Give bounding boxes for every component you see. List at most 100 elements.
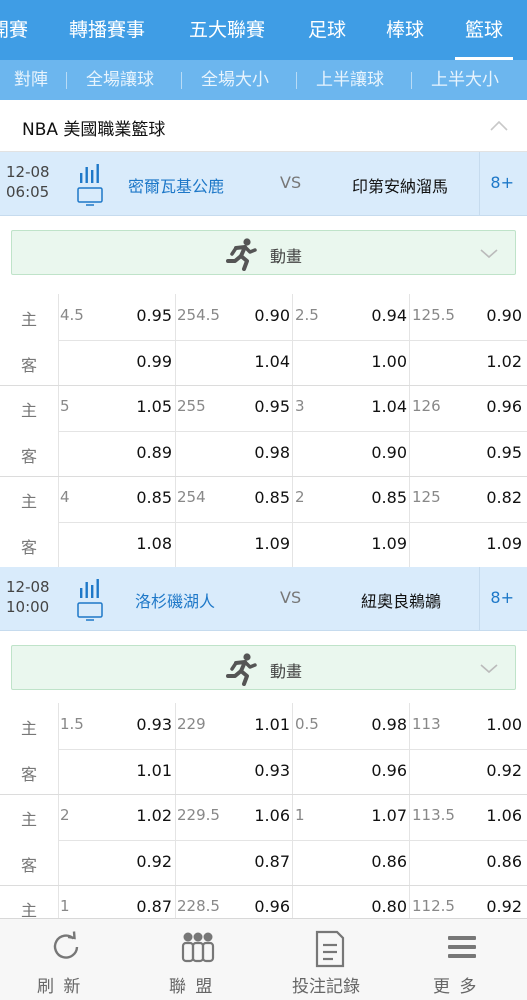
odds-value[interactable]: 0.86	[371, 852, 407, 871]
odds-value[interactable]: 1.09	[486, 534, 522, 553]
league-title: NBA 美國職業籃球	[22, 120, 166, 140]
odds-value[interactable]: 0.92	[486, 761, 522, 780]
odds-value[interactable]: 0.85	[136, 488, 172, 507]
odds-value[interactable]: 0.96	[371, 761, 407, 780]
animation-toggle[interactable]: 動畫	[11, 645, 516, 690]
match-time: 12-08 06:05	[6, 162, 50, 202]
line-value: 254.5	[177, 306, 220, 324]
league-button[interactable]: 聯 盟	[132, 919, 264, 1000]
line-value: 4	[60, 488, 70, 506]
subtab-half-total[interactable]: 上半大小	[431, 60, 499, 100]
odds-value[interactable]: 1.07	[371, 806, 407, 825]
odds-value[interactable]: 1.00	[486, 715, 522, 734]
line-value: 255	[177, 397, 206, 415]
odds-value[interactable]: 1.09	[254, 534, 290, 553]
bottom-nav: 刷 新 聯 盟 投注記錄 更 多	[0, 918, 527, 1000]
more-label: 更 多	[433, 977, 479, 997]
line-value: 254	[177, 488, 206, 506]
odds-value[interactable]: 0.89	[136, 443, 172, 462]
odds-value[interactable]: 0.85	[371, 488, 407, 507]
match-clock: 10:00	[6, 598, 50, 616]
odds-value[interactable]: 0.90	[486, 306, 522, 325]
tab-broadcast[interactable]: 轉播賽事	[69, 0, 145, 60]
odds-value[interactable]: 1.02	[136, 806, 172, 825]
away-team: 紐奧良鵜鶘	[361, 592, 442, 611]
odds-value[interactable]: 0.93	[254, 761, 290, 780]
tab-basketball[interactable]: 籃球	[465, 0, 503, 60]
more-button[interactable]: 更 多	[396, 919, 527, 1000]
odds-value[interactable]: 1.06	[254, 806, 290, 825]
line-value: 229	[177, 715, 206, 733]
odds-value[interactable]: 0.87	[254, 852, 290, 871]
odds-value[interactable]: 0.92	[486, 897, 522, 916]
odds-value[interactable]: 1.01	[136, 761, 172, 780]
chevron-up-icon[interactable]	[489, 116, 509, 136]
bet-record-icon	[315, 930, 345, 968]
tab-live[interactable]: 開賽	[0, 0, 28, 60]
odds-value[interactable]: 0.92	[136, 852, 172, 871]
stats-chart-icon[interactable]	[76, 576, 106, 622]
divider	[0, 885, 527, 886]
animation-toggle[interactable]: 動畫	[11, 230, 516, 275]
odds-value[interactable]: 1.09	[371, 534, 407, 553]
away-side-label: 客	[20, 446, 37, 466]
odds-value[interactable]: 0.93	[136, 715, 172, 734]
bet-record-label: 投注記錄	[292, 977, 360, 997]
odds-value[interactable]: 1.01	[254, 715, 290, 734]
line-value: 113.5	[412, 806, 455, 824]
odds-value[interactable]: 0.96	[486, 397, 522, 416]
line-value: 3	[295, 397, 305, 415]
odds-value[interactable]: 1.06	[486, 806, 522, 825]
odds-value[interactable]: 0.90	[254, 306, 290, 325]
stats-chart-icon[interactable]	[76, 161, 106, 207]
odds-value[interactable]: 0.95	[136, 306, 172, 325]
chevron-down-icon	[480, 664, 498, 674]
more-markets-link[interactable]: 8+	[490, 588, 514, 607]
odds-value[interactable]: 0.94	[371, 306, 407, 325]
odds-value[interactable]: 1.04	[371, 397, 407, 416]
home-side-label: 主	[20, 901, 37, 918]
odds-value[interactable]: 0.98	[371, 715, 407, 734]
tab-top-leagues[interactable]: 五大聯賽	[189, 0, 265, 60]
match-row[interactable]: 12-08 10:00 洛杉磯湖人 VS 紐奧良鵜鶘 8+	[0, 567, 527, 631]
odds-value[interactable]: 0.96	[254, 897, 290, 916]
odds-value[interactable]: 1.00	[371, 352, 407, 371]
divider	[58, 521, 527, 523]
subtab-full-handicap[interactable]: 全場讓球	[86, 60, 154, 100]
match-row[interactable]: 12-08 06:05 密爾瓦基公鹿 VS 印第安納溜馬 8+	[0, 152, 527, 216]
bet-record-button[interactable]: 投注記錄	[264, 919, 396, 1000]
odds-value[interactable]: 0.87	[136, 897, 172, 916]
match-clock: 06:05	[6, 183, 50, 201]
tab-soccer[interactable]: 足球	[308, 0, 346, 60]
refresh-button[interactable]: 刷 新	[0, 919, 132, 1000]
odds-value[interactable]: 0.85	[254, 488, 290, 507]
league-header[interactable]: NBA 美國職業籃球	[0, 100, 527, 152]
odds-value[interactable]: 0.82	[486, 488, 522, 507]
subtab-half-handicap[interactable]: 上半讓球	[316, 60, 384, 100]
odds-value[interactable]: 1.04	[254, 352, 290, 371]
line-value: 1	[295, 806, 305, 824]
line-value: 125.5	[412, 306, 455, 324]
odds-value[interactable]: 1.05	[136, 397, 172, 416]
divider	[58, 839, 527, 841]
odds-value[interactable]: 0.86	[486, 852, 522, 871]
animation-label: 動畫	[270, 247, 303, 266]
subtab-matchups[interactable]: 對陣	[14, 60, 48, 100]
more-markets-link[interactable]: 8+	[490, 173, 514, 192]
odds-value[interactable]: 0.90	[371, 443, 407, 462]
league-label: 聯 盟	[169, 977, 215, 997]
odds-value[interactable]: 0.95	[254, 397, 290, 416]
odds-value[interactable]: 0.95	[486, 443, 522, 462]
subtab-full-total[interactable]: 全場大小	[201, 60, 269, 100]
line-value: 2	[60, 806, 70, 824]
tab-baseball[interactable]: 棒球	[386, 0, 424, 60]
line-value: 5	[60, 397, 70, 415]
chevron-down-icon	[480, 249, 498, 259]
divider	[479, 152, 480, 216]
odds-value[interactable]: 1.02	[486, 352, 522, 371]
odds-value[interactable]: 0.99	[136, 352, 172, 371]
odds-value[interactable]: 0.80	[371, 897, 407, 916]
odds-value[interactable]: 1.08	[136, 534, 172, 553]
away-side-label: 客	[20, 355, 37, 375]
odds-value[interactable]: 0.98	[254, 443, 290, 462]
